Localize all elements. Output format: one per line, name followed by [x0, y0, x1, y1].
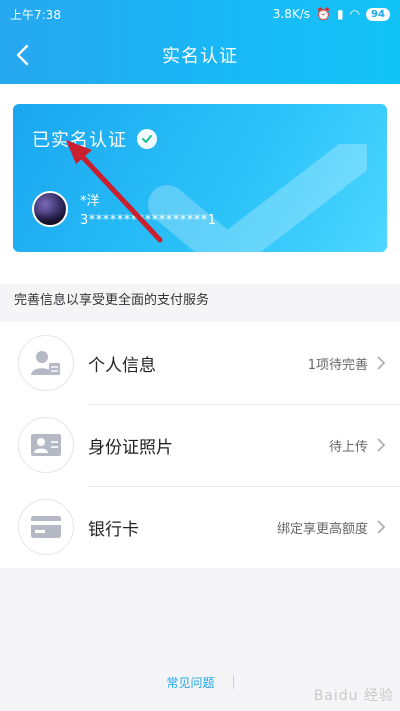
check-icon: [137, 129, 157, 149]
list-item-personal-info[interactable]: 个人信息 1项待完善: [0, 322, 400, 404]
battery-indicator: 94: [366, 7, 390, 21]
id-number: 3*****************1: [80, 213, 217, 228]
bank-card-icon: [18, 499, 74, 555]
info-hint: 完善信息以享受更全面的支付服务: [14, 293, 210, 308]
id-card-icon: [18, 417, 74, 473]
user-name: *洋: [80, 194, 100, 209]
watermark: Baidu 经验: [313, 688, 394, 704]
item-label: 身份证照片: [88, 437, 173, 458]
list-item-bank-card[interactable]: 银行卡 绑定享更高额度: [0, 486, 400, 568]
back-chevron-icon: [16, 44, 29, 66]
item-label: 银行卡: [88, 519, 139, 540]
chevron-right-icon: [376, 437, 386, 453]
chevron-right-icon: [376, 519, 386, 535]
verification-card: 已实名认证 *洋 3*****************1: [13, 104, 387, 252]
network-speed: 3.8K/s: [272, 7, 311, 21]
page-title: 实名认证: [162, 46, 238, 67]
status-bar: 上午7:38 3.8K/s ⏰ ▮ ◠ 94: [0, 0, 400, 28]
list-item-id-photo[interactable]: 身份证照片 待上传: [0, 404, 400, 486]
wifi-icon: ◠: [349, 7, 361, 21]
header-bar: 上午7:38 3.8K/s ⏰ ▮ ◠ 94 实名认证: [0, 0, 400, 84]
nav-bar: 实名认证: [0, 32, 400, 78]
item-label: 个人信息: [88, 355, 156, 376]
user-info: *洋 3*****************1: [32, 190, 217, 228]
signal-icon: ▮: [336, 7, 344, 21]
verification-status: 已实名认证: [32, 126, 157, 152]
footer-divider: [232, 675, 234, 689]
faq-link[interactable]: 常见问题: [166, 674, 214, 691]
back-button[interactable]: [6, 38, 40, 72]
item-status: 1项待完善: [307, 357, 368, 373]
avatar: [32, 191, 68, 227]
status-right: 3.8K/s ⏰ ▮ ◠ 94: [273, 7, 390, 21]
item-status: 绑定享更高额度: [276, 521, 368, 537]
item-status: 待上传: [328, 439, 368, 455]
settings-list: 个人信息 1项待完善 身份证照片 待上传 银行卡 绑定享更高额度: [0, 322, 400, 568]
alarm-icon: ⏰: [316, 7, 331, 21]
person-icon: [18, 335, 74, 391]
user-names: *洋 3*****************1: [80, 190, 217, 228]
verified-label: 已实名认证: [32, 130, 127, 151]
card-section: 已实名认证 *洋 3*****************1: [0, 84, 400, 284]
chevron-right-icon: [376, 355, 386, 371]
clock: 上午7:38: [10, 7, 61, 22]
